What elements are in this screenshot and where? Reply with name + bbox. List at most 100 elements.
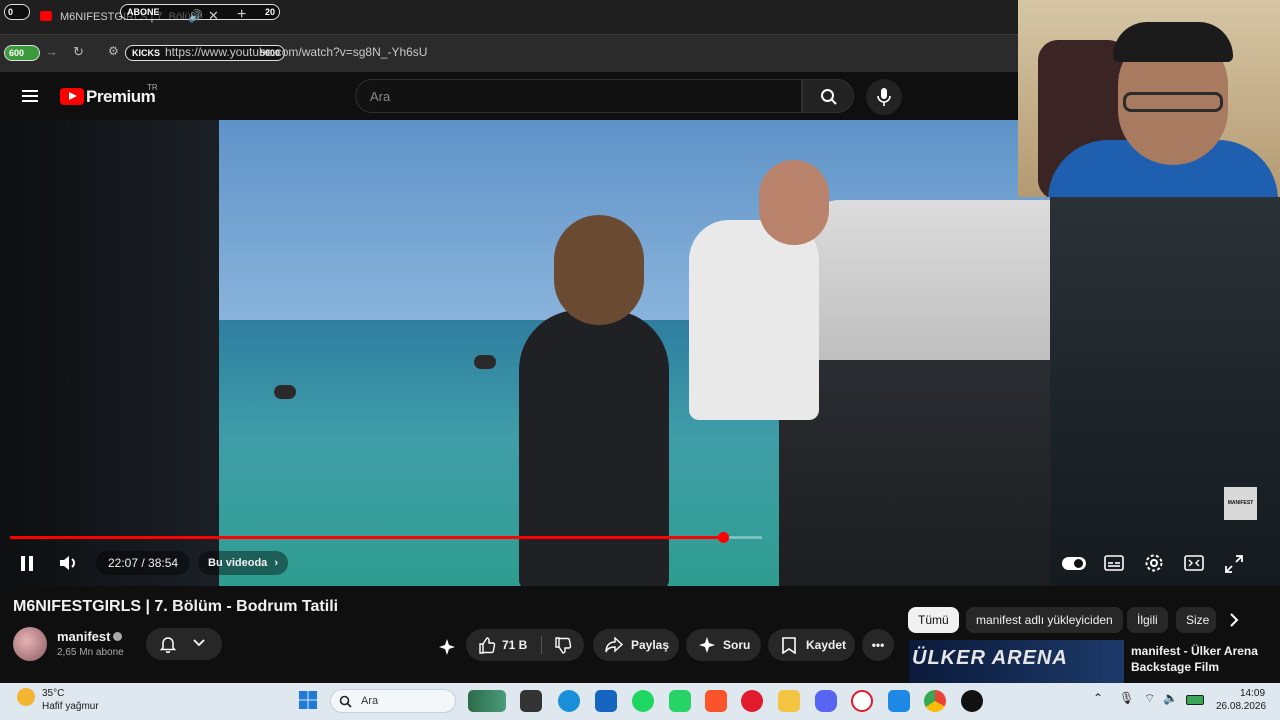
site-info-icon[interactable]: ⚙	[108, 44, 119, 58]
region-code: TR	[147, 83, 158, 92]
widget-icon[interactable]	[468, 690, 506, 712]
bookmark-icon	[782, 637, 796, 654]
chrome-icon[interactable]	[924, 690, 946, 712]
new-tab-icon[interactable]: +	[237, 6, 246, 24]
browser-tabbar: 0 M6NIFESTGIRLS | 7. Bölüm ABONE 20 🔊 ✕ …	[0, 0, 1018, 34]
weather-temp[interactable]: 35°C	[42, 688, 64, 699]
tab-close-icon[interactable]: ✕	[208, 8, 219, 24]
filter-chip[interactable]: Tümü	[908, 607, 959, 633]
clock-time[interactable]: 14:09	[1240, 688, 1265, 699]
video-person	[689, 220, 819, 420]
channel-avatar[interactable]	[13, 627, 47, 661]
pause-button[interactable]	[20, 556, 34, 571]
video-blur-right	[1050, 197, 1280, 586]
abone-label: ABONE	[127, 7, 160, 17]
speaker-icon[interactable]: 🔈	[1163, 691, 1178, 705]
sparkle-icon	[699, 637, 715, 653]
channel-watermark[interactable]: MANIFEST	[1224, 487, 1257, 520]
voice-search-button[interactable]	[866, 79, 902, 115]
video-person-head	[759, 160, 829, 245]
clock-date[interactable]: 26.08.2026	[1216, 701, 1266, 712]
share-arrow-icon	[605, 637, 623, 653]
task-view-icon[interactable]	[520, 690, 542, 712]
theater-mode-icon[interactable]	[1184, 555, 1204, 571]
subtitles-icon[interactable]	[1104, 555, 1124, 571]
youtube-logo-icon[interactable]	[60, 88, 84, 105]
spotify-icon[interactable]	[632, 690, 654, 712]
battery-icon[interactable]	[1186, 695, 1204, 705]
windows-start-icon[interactable]	[298, 690, 318, 710]
save-button[interactable]: Kaydet	[768, 629, 855, 661]
mail-icon[interactable]	[888, 690, 910, 712]
share-button[interactable]: Paylaş	[593, 629, 679, 661]
search-button[interactable]	[802, 79, 854, 113]
tray-chevron-up-icon[interactable]: ⌃	[1093, 691, 1103, 705]
menu-icon[interactable]	[22, 87, 38, 105]
subscribe-notification-button[interactable]	[146, 628, 222, 660]
weather-icon[interactable]	[17, 688, 35, 706]
discord-icon[interactable]	[815, 690, 837, 712]
progress-played	[10, 536, 723, 539]
opera-gx-icon[interactable]	[851, 690, 873, 712]
store-icon[interactable]	[595, 690, 617, 712]
kicks-label: KICKS	[132, 48, 161, 58]
youtube-favicon-icon	[40, 11, 52, 21]
video-deck	[779, 360, 1050, 586]
filter-chip[interactable]: İlgili	[1127, 607, 1168, 633]
video-frame[interactable]	[219, 120, 1050, 586]
reload-icon[interactable]: ↻	[73, 44, 84, 60]
more-actions-button[interactable]: •••	[862, 629, 894, 661]
logo-text[interactable]: Premium	[86, 87, 156, 107]
wifi-icon[interactable]: ⌔	[1144, 691, 1155, 706]
chevron-right-icon: ›	[274, 557, 279, 569]
autoplay-toggle[interactable]	[1062, 557, 1086, 570]
app-icon[interactable]	[961, 690, 983, 712]
microphone-icon[interactable]: 🎙	[1119, 691, 1134, 705]
video-title: M6NIFESTGIRLS | 7. Bölüm - Bodrum Tatili	[13, 598, 339, 615]
browser-addressbar: 600 → ↻ ⚙ KICKS 5000	[0, 34, 1018, 72]
url-field[interactable]: https://www.youtube.com/watch?v=sg8N_-Yh…	[165, 45, 427, 59]
related-video-title[interactable]: manifest - Ülker Arena Backstage Film	[1131, 643, 1271, 675]
pause-icon	[21, 556, 25, 571]
bell-icon	[159, 637, 177, 653]
whatsapp-icon[interactable]	[669, 690, 691, 712]
kicks-left-value: 600	[9, 48, 25, 58]
fullscreen-icon[interactable]	[1225, 555, 1243, 573]
filter-chip[interactable]: Size	[1176, 607, 1216, 633]
chapter-button[interactable]: Bu videoda ›	[198, 551, 289, 575]
forward-icon[interactable]: →	[45, 44, 58, 59]
kicks-progress: 600	[4, 45, 40, 61]
progress-scrubber[interactable]	[717, 532, 729, 543]
taskbar-search-label: Ara	[361, 695, 379, 707]
taskbar-search[interactable]: Ara	[330, 689, 456, 713]
search-icon	[339, 695, 352, 708]
abone-count: 20	[264, 7, 275, 17]
sparkle-icon[interactable]	[437, 638, 457, 658]
channel-name[interactable]: manifest	[57, 629, 110, 644]
like-dislike-group: 71 B	[466, 629, 584, 661]
thumbs-down-icon[interactable]	[554, 637, 572, 655]
chevron-right-icon[interactable]	[1228, 613, 1240, 627]
share-label: Paylaş	[631, 638, 670, 652]
brave-browser-icon[interactable]	[705, 690, 727, 712]
thumbs-up-icon[interactable]	[478, 636, 496, 654]
settings-gear-icon[interactable]	[1144, 553, 1164, 573]
file-explorer-icon[interactable]	[778, 690, 800, 712]
thumbnail-text: ÜLKER ARENA	[912, 647, 1068, 669]
weather-description[interactable]: Hafif yağmur	[42, 701, 99, 712]
divider	[541, 636, 542, 654]
volume-icon[interactable]	[58, 553, 80, 573]
search-input[interactable]: Ara	[355, 79, 802, 113]
tab-audio-icon[interactable]: 🔊	[188, 9, 203, 23]
related-video-thumbnail[interactable]: ÜLKER ARENA	[909, 640, 1124, 685]
video-blur-left	[0, 120, 219, 586]
video-person	[519, 310, 669, 586]
save-label: Kaydet	[806, 638, 847, 652]
edge-browser-icon[interactable]	[558, 690, 580, 712]
opera-icon[interactable]	[741, 690, 763, 712]
filter-chip[interactable]: manifest adlı yükleyiciden	[966, 607, 1123, 633]
webcam-glasses	[1123, 92, 1223, 112]
ask-button[interactable]: Soru	[686, 629, 761, 661]
video-person-head	[554, 215, 644, 325]
like-count[interactable]: 71 B	[502, 629, 527, 661]
